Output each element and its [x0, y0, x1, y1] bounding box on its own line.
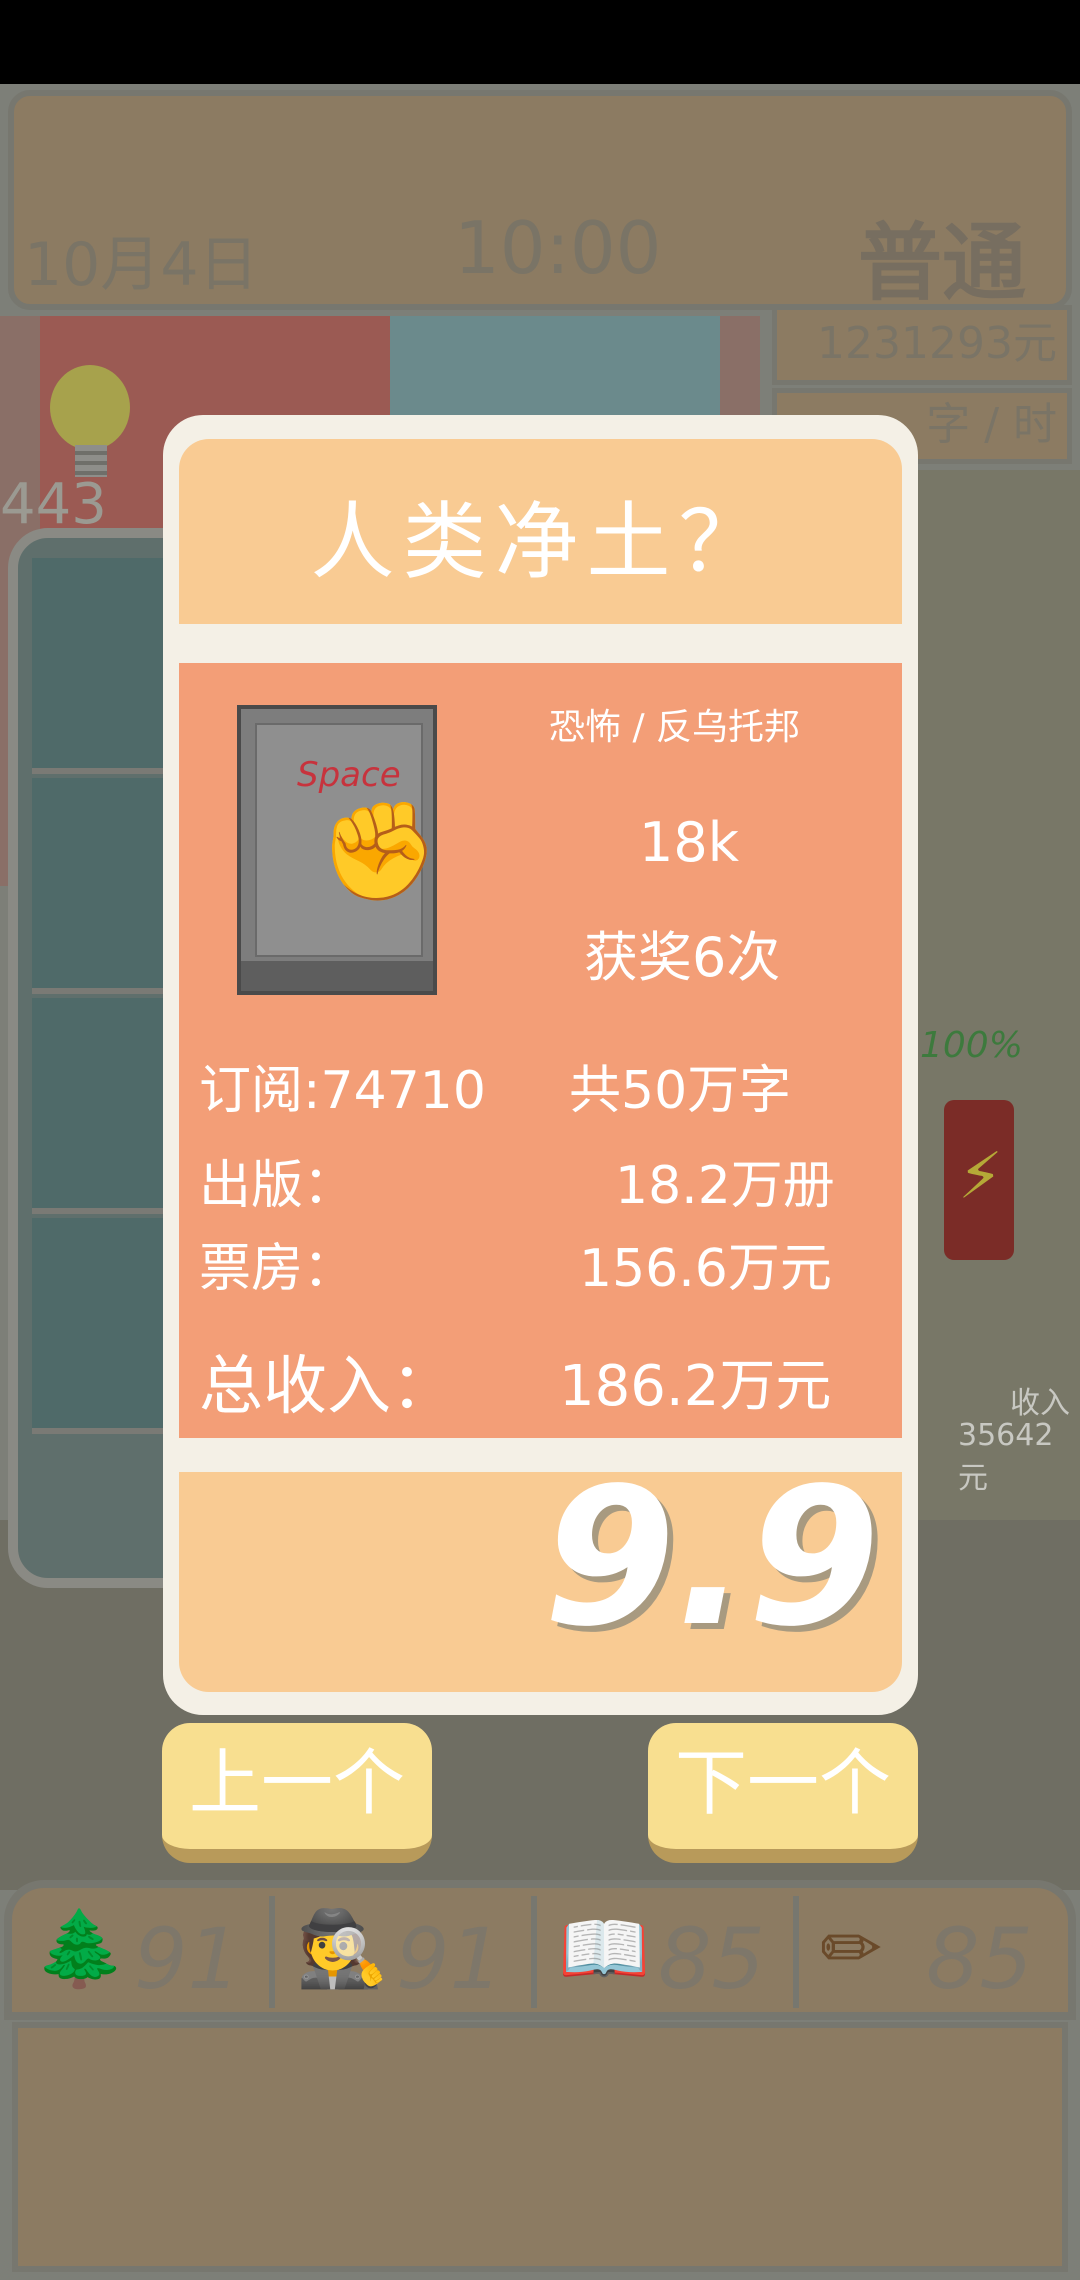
fist-icon: ✊ — [319, 795, 439, 907]
money-display: 1231293元 — [772, 305, 1072, 385]
pencil-icon: ✏ — [820, 1906, 883, 1992]
card-header: 人类净土？ — [179, 439, 902, 624]
lightning-icon: ⚡ — [958, 1140, 1003, 1214]
stat-value: 85 — [926, 1910, 1033, 2008]
book-spine — [241, 961, 433, 991]
book-detail-card: 人类净土？ Space ✊ 恐怖 / 反乌托邦 18k 获奖6次 订阅:7471… — [163, 415, 918, 1715]
battery-icon: ⚡ — [944, 1100, 1014, 1260]
book-title: 人类净土？ — [310, 493, 771, 591]
stat-value: 91 — [134, 1910, 241, 2008]
book-genre: 恐怖 / 反乌托邦 — [549, 707, 801, 748]
previous-button[interactable]: 上一个 — [162, 1723, 432, 1863]
income-label: 收入 — [1010, 1386, 1070, 1421]
bottom-panel — [12, 2022, 1068, 2272]
top-bar: 10月4日 10:00 普通 — [8, 90, 1072, 312]
cover-mark: Space — [297, 755, 401, 795]
time-label: 10:00 — [454, 206, 662, 290]
stat-pencil[interactable]: ✏ 85 — [806, 1896, 1061, 2008]
stat-value: 91 — [396, 1910, 503, 2008]
total-income-label: 总收入： — [199, 1350, 455, 1424]
book-popularity: 18k — [639, 811, 739, 874]
stats-bar: 🌲 91 🕵 91 📖 85 ✏ 85 — [4, 1880, 1076, 2020]
income-value: 35642元 — [958, 1418, 1054, 1496]
book-score: 9.9 — [543, 1447, 880, 1668]
tree-icon: 🌲 — [34, 1906, 127, 1992]
status-bar — [0, 0, 1080, 84]
publish-value: 18.2万册 — [615, 1156, 835, 1216]
stat-value: 85 — [658, 1910, 765, 2008]
card-body: Space ✊ 恐怖 / 反乌托邦 18k 获奖6次 订阅:74710 共50万… — [179, 663, 902, 1438]
publish-label: 出版： — [199, 1156, 356, 1216]
stat-book[interactable]: 📖 85 — [544, 1896, 799, 2008]
subscription-count: 订阅:74710 — [199, 1061, 486, 1121]
boxoffice-value: 156.6万元 — [579, 1239, 832, 1299]
stat-detective[interactable]: 🕵 91 — [282, 1896, 537, 2008]
total-words: 共50万字 — [569, 1061, 792, 1121]
energy-percent: 100% — [920, 1025, 1023, 1066]
next-button[interactable]: 下一个 — [648, 1723, 918, 1863]
stat-tree[interactable]: 🌲 91 — [20, 1896, 275, 2008]
book-icon: 📖 — [558, 1906, 651, 1992]
book-cover-icon: Space ✊ — [237, 705, 439, 995]
boxoffice-label: 票房： — [199, 1239, 356, 1299]
lightbulb-icon — [50, 365, 130, 450]
book-cover-face: Space ✊ — [255, 723, 439, 957]
book-awards: 获奖6次 — [584, 926, 781, 989]
card-footer: 9.9 — [179, 1447, 902, 1692]
detective-icon: 🕵 — [296, 1906, 389, 1992]
difficulty-label[interactable]: 普通 — [858, 196, 1026, 317]
date-label: 10月4日 — [24, 230, 259, 300]
total-income-value: 186.2万元 — [559, 1354, 832, 1419]
